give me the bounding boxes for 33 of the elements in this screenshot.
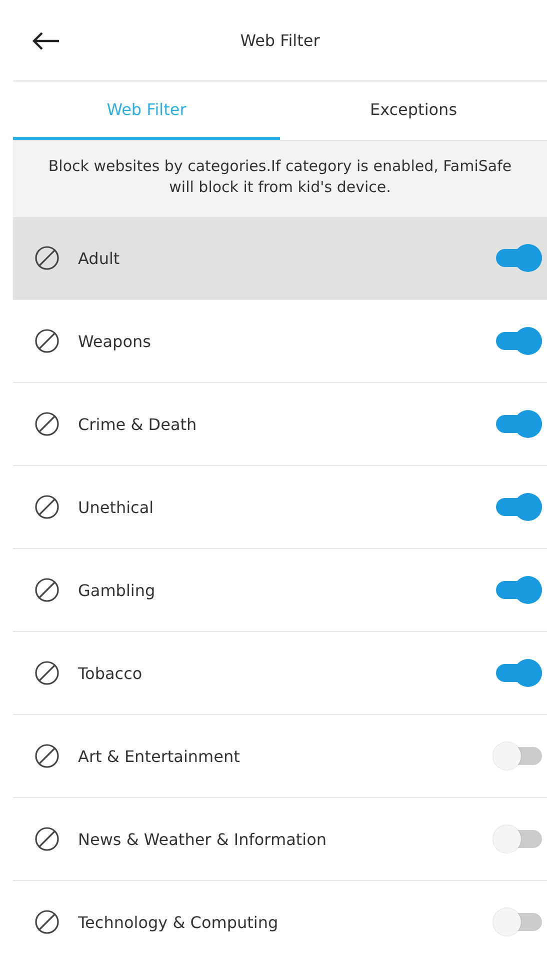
block-icon [34,743,60,769]
block-icon [34,577,60,603]
block-icon [34,494,60,520]
category-name: News & Weather & Information [78,830,328,848]
category-name: Crime & Death [78,414,198,434]
category-row[interactable]: Art & Entertainment [13,715,547,798]
block-icon [34,411,60,437]
category-row[interactable]: Gambling [13,549,547,632]
category-name: Technology & Computing [78,912,280,932]
block-icon [34,826,60,852]
category-name: Gambling [78,580,156,600]
block-icon [34,660,60,686]
back-arrow-icon[interactable] [31,31,61,51]
block-icon [34,328,60,354]
category-row[interactable]: Unethical [13,466,547,549]
category-row[interactable]: Technology & Computing [13,881,547,954]
category-name: Art & Entertainment [78,746,241,766]
category-name: Adult [78,248,121,268]
category-name: Weapons [78,332,152,350]
info-banner: Block websites by categories.If category is enabled, FamiSafe will block it from kid's device. [13,141,547,217]
category-name: Tobacco [78,664,144,682]
toggle-switch[interactable] [492,824,544,854]
toggle-switch[interactable] [492,741,544,771]
category-row[interactable]: Tobacco [13,632,547,715]
block-icon [34,245,60,271]
block-icon [34,909,60,935]
screen-title: Web Filter [240,30,320,50]
category-row[interactable]: Adult [13,217,547,300]
category-row[interactable]: News & Weather & Information [13,798,547,881]
category-name: Unethical [78,498,155,516]
category-row[interactable]: Crime & Death [13,383,547,466]
category-row[interactable]: Weapons [13,300,547,383]
toggle-switch[interactable] [492,907,544,937]
